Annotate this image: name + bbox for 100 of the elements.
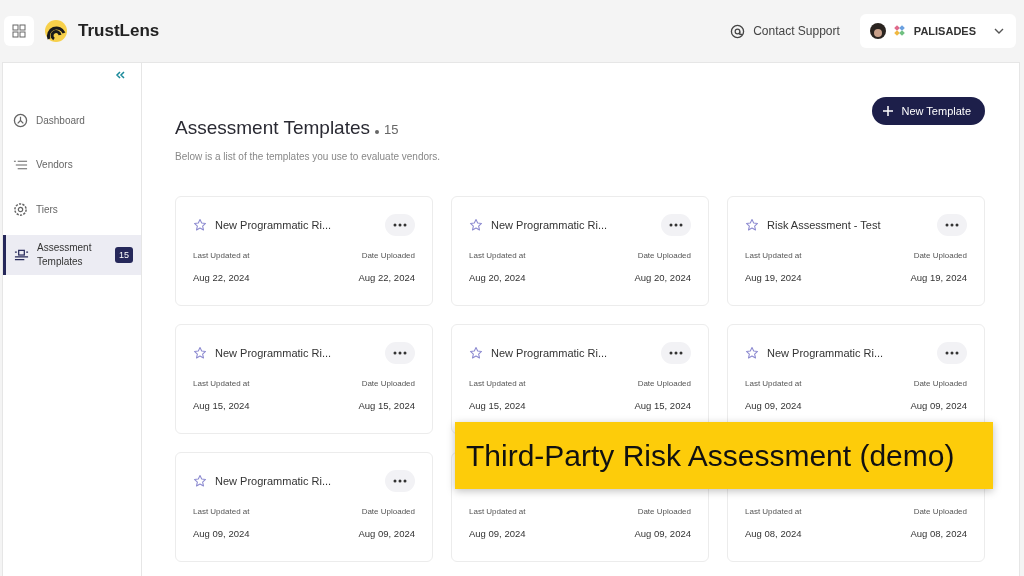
uploaded-date: Aug 09, 2024	[358, 528, 415, 539]
page-title: Assessment Templates	[175, 117, 370, 139]
sidebar-label: Tiers	[36, 202, 59, 217]
uploaded-label: Date Uploaded	[361, 507, 415, 516]
updated-date: Aug 08, 2024	[745, 528, 802, 539]
star-icon[interactable]	[469, 346, 483, 360]
uploaded-date: Aug 20, 2024	[634, 272, 691, 283]
updated-date: Aug 15, 2024	[469, 400, 526, 411]
gauge-icon	[13, 113, 28, 128]
collapse-sidebar-icon[interactable]	[115, 71, 125, 79]
updated-date: Aug 22, 2024	[193, 272, 250, 283]
updated-label: Last Updated at	[469, 379, 526, 388]
more-options-button[interactable]	[661, 214, 691, 236]
more-icon	[393, 351, 407, 355]
uploaded-label: Date Uploaded	[913, 379, 967, 388]
template-count: 15	[384, 122, 399, 137]
template-card[interactable]: Risk Assessment - Test Last Updated at Date Uploaded Aug 19, 2024 Aug 19, 2024	[727, 196, 985, 306]
updated-label: Last Updated at	[745, 379, 802, 388]
uploaded-label: Date Uploaded	[913, 251, 967, 260]
sidebar-label: Dashboard	[36, 113, 86, 128]
uploaded-date: Aug 09, 2024	[634, 528, 691, 539]
uploaded-date: Aug 15, 2024	[358, 400, 415, 411]
logo-icon	[44, 19, 68, 43]
sidebar-label: Vendors	[36, 158, 74, 172]
template-title: Risk Assessment - Test	[767, 219, 882, 231]
more-options-button[interactable]	[385, 214, 415, 236]
separator-dot	[375, 130, 379, 134]
more-icon	[945, 223, 959, 227]
template-title: New Programmatic Ri...	[215, 347, 333, 359]
template-card[interactable]: New Programmatic Ri... Last Updated at Date Uploaded Aug 22, 2024 Aug 22, 2024	[175, 196, 433, 306]
plus-icon	[881, 105, 894, 117]
updated-date: Aug 09, 2024	[745, 400, 802, 411]
uploaded-date: Aug 22, 2024	[358, 272, 415, 283]
more-options-button[interactable]	[937, 342, 967, 364]
more-icon	[393, 223, 407, 227]
updated-label: Last Updated at	[469, 251, 526, 260]
sidebar-item[interactable]: Tiers	[3, 190, 141, 229]
sidebar-item[interactable]: Vendors	[3, 146, 141, 184]
templates-icon	[14, 248, 29, 262]
sidebar-item[interactable]: Dashboard	[3, 101, 141, 140]
uploaded-label: Date Uploaded	[637, 507, 691, 516]
chevron-down-icon	[992, 26, 1006, 36]
star-icon[interactable]	[745, 218, 759, 232]
avatar-icon	[869, 23, 886, 39]
star-icon[interactable]	[193, 474, 207, 488]
template-title: New Programmatic Ri...	[491, 219, 609, 231]
organization-logo-icon	[893, 25, 906, 37]
uploaded-label: Date Uploaded	[637, 251, 691, 260]
updated-label: Last Updated at	[469, 507, 526, 516]
contact-support-link[interactable]: Contact Support	[730, 23, 840, 39]
more-options-button[interactable]	[385, 470, 415, 492]
uploaded-date: Aug 15, 2024	[634, 400, 691, 411]
more-icon	[945, 351, 959, 355]
updated-date: Aug 15, 2024	[193, 400, 250, 411]
template-title: New Programmatic Ri...	[215, 475, 333, 487]
app-name: TrustLens	[78, 21, 160, 41]
list-icon	[13, 159, 28, 171]
uploaded-label: Date Uploaded	[637, 379, 691, 388]
updated-date: Aug 19, 2024	[745, 272, 802, 283]
count-badge: 15	[115, 247, 133, 263]
more-icon	[393, 479, 407, 483]
star-icon[interactable]	[745, 346, 759, 360]
star-icon[interactable]	[193, 218, 207, 232]
caption-toast: Third-Party Risk Assessment (demo)	[455, 422, 993, 489]
template-card[interactable]: New Programmatic Ri... Last Updated at Date Uploaded Aug 09, 2024 Aug 09, 2024	[175, 452, 433, 562]
updated-date: Aug 20, 2024	[469, 272, 526, 283]
more-options-button[interactable]	[385, 342, 415, 364]
updated-label: Last Updated at	[745, 251, 802, 260]
support-icon	[730, 23, 746, 39]
more-icon	[669, 223, 683, 227]
uploaded-label: Date Uploaded	[361, 251, 415, 260]
updated-label: Last Updated at	[193, 507, 250, 516]
updated-label: Last Updated at	[745, 507, 802, 516]
page-subtitle: Below is a list of the templates you use to evaluate vendors.	[175, 151, 441, 162]
uploaded-date: Aug 19, 2024	[910, 272, 967, 283]
template-card[interactable]: New Programmatic Ri... Last Updated at Date Uploaded Aug 15, 2024 Aug 15, 2024	[175, 324, 433, 434]
template-title: New Programmatic Ri...	[491, 347, 609, 359]
sidebar-label: Assessment Templates	[37, 241, 93, 269]
uploaded-label: Date Uploaded	[361, 379, 415, 388]
settings-icon	[13, 202, 28, 217]
apps-grid-button[interactable]	[4, 16, 34, 46]
more-options-button[interactable]	[661, 342, 691, 364]
new-template-button[interactable]: New Template	[871, 97, 985, 125]
template-title: New Programmatic Ri...	[215, 219, 333, 231]
grid-icon	[12, 24, 26, 38]
uploaded-label: Date Uploaded	[913, 507, 967, 516]
star-icon[interactable]	[469, 218, 483, 232]
sidebar-item[interactable]: Assessment Templates 15	[3, 235, 141, 275]
template-card[interactable]: New Programmatic Ri... Last Updated at Date Uploaded Aug 20, 2024 Aug 20, 2024	[451, 196, 709, 306]
updated-date: Aug 09, 2024	[469, 528, 526, 539]
more-options-button[interactable]	[937, 214, 967, 236]
uploaded-date: Aug 09, 2024	[910, 400, 967, 411]
updated-date: Aug 09, 2024	[193, 528, 250, 539]
uploaded-date: Aug 08, 2024	[910, 528, 967, 539]
template-title: New Programmatic Ri...	[767, 347, 885, 359]
organization-menu-button[interactable]: PALISADES	[859, 14, 1016, 48]
more-icon	[669, 351, 683, 355]
updated-label: Last Updated at	[193, 379, 250, 388]
updated-label: Last Updated at	[193, 251, 250, 260]
star-icon[interactable]	[193, 346, 207, 360]
